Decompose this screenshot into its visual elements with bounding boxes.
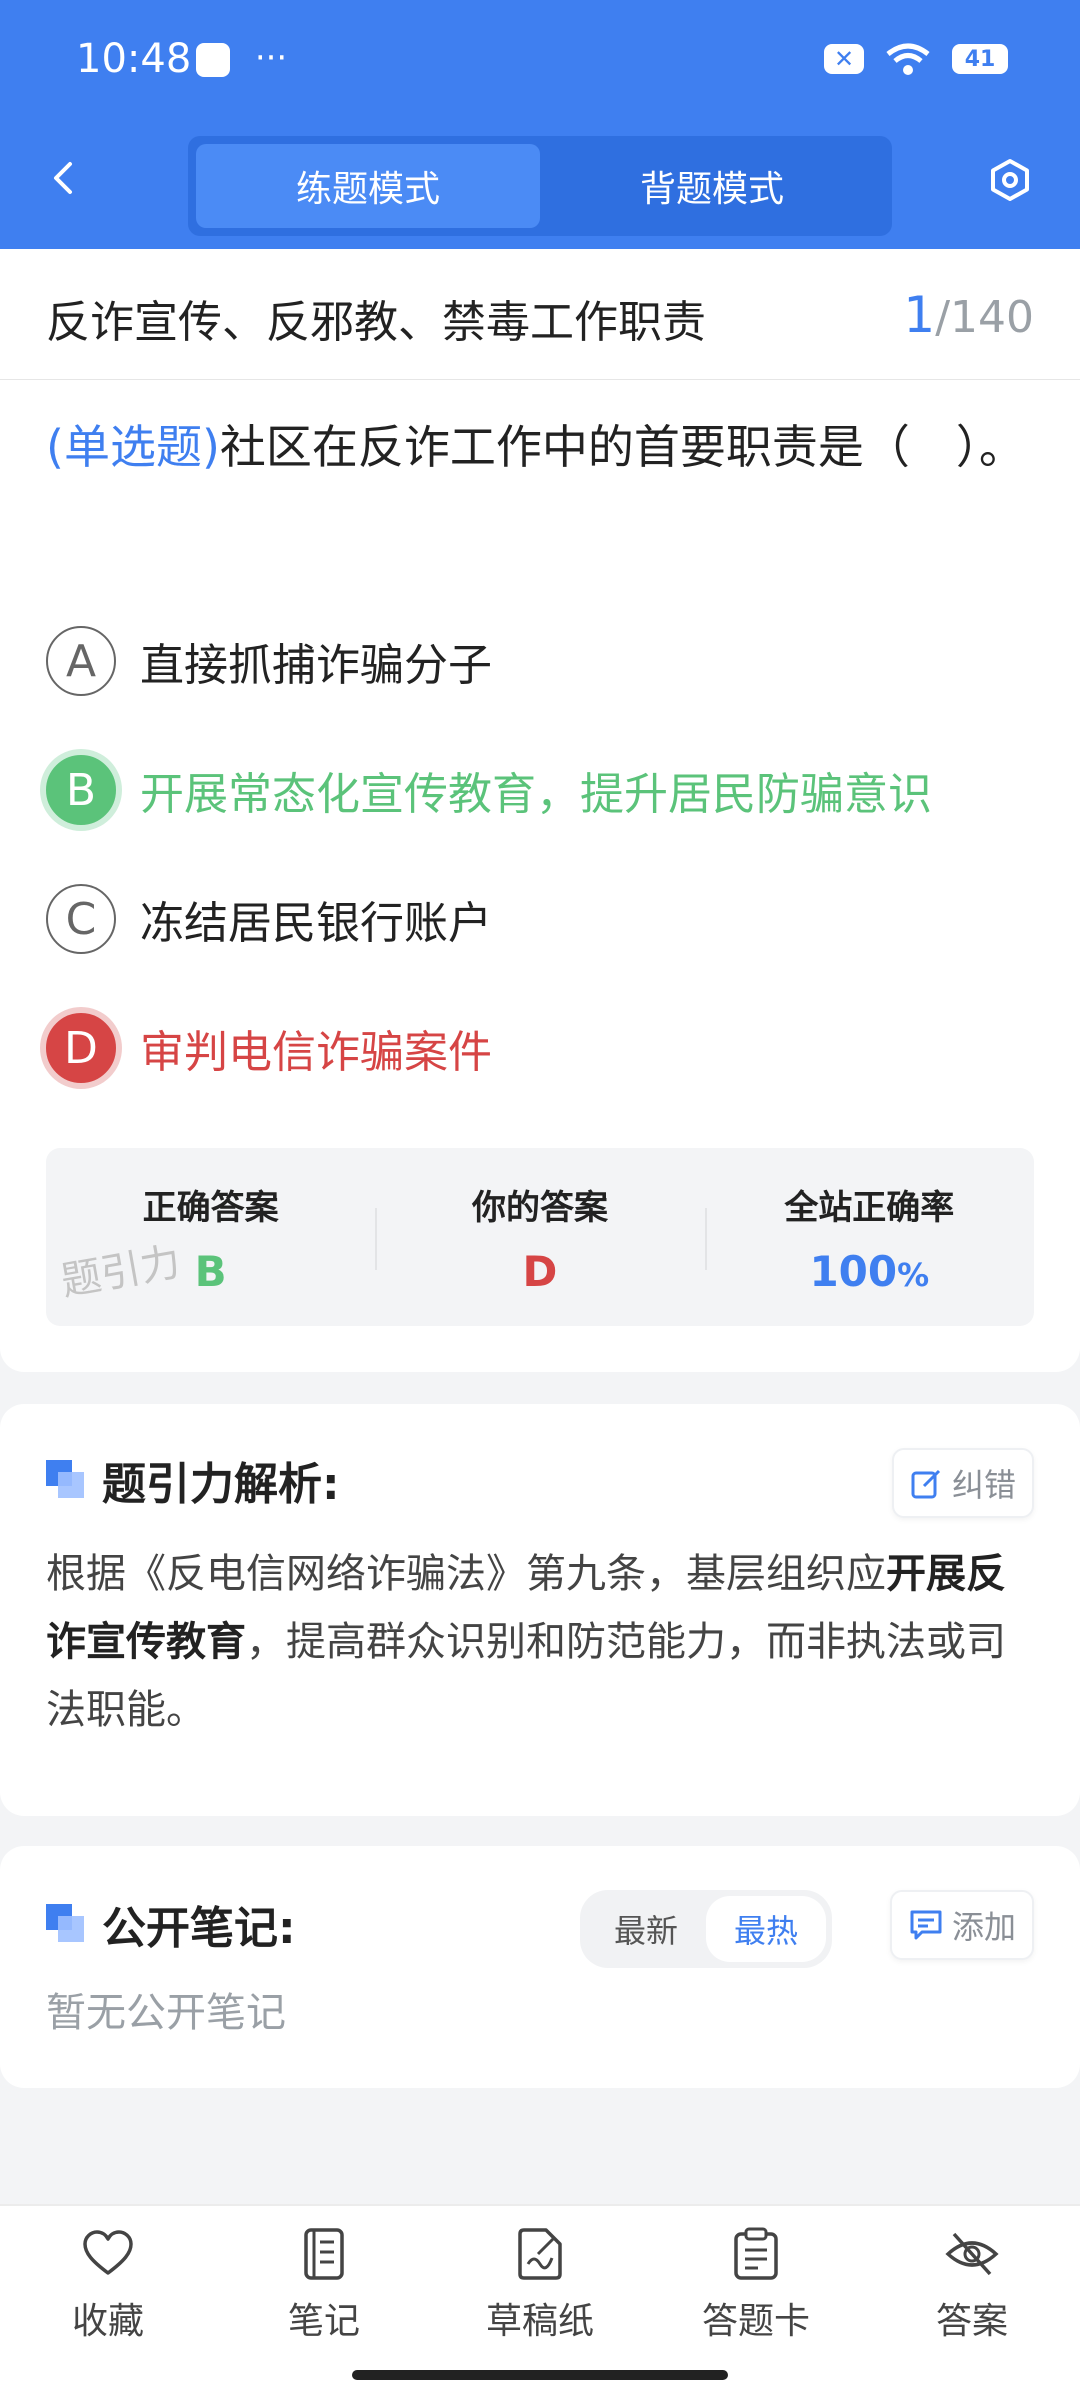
tab-label: 笔记	[287, 2301, 360, 2342]
sort-latest[interactable]: 最新	[586, 1896, 706, 1962]
battery-icon: 41	[952, 44, 1008, 74]
notes-title: 公开笔记:	[46, 1892, 296, 1956]
option-text: 冻结居民银行账户	[140, 898, 492, 949]
your-answer-label: 你的答案	[471, 1188, 608, 1228]
close-badge-icon: ✕	[824, 44, 864, 74]
question-type: (单选题)	[46, 420, 220, 474]
option-c[interactable]: C 冻结居民银行账户	[46, 884, 492, 954]
add-note-button[interactable]: 添加	[889, 1890, 1034, 1960]
draft-paper-icon	[518, 2228, 562, 2280]
analysis-text-part: 根据《反电信网络诈骗法》第九条，基层组织应	[46, 1551, 886, 1597]
accuracy-value: 100%	[705, 1247, 1034, 1296]
correct-answer-label: 正确答案	[142, 1188, 279, 1228]
status-left: ···	[196, 38, 287, 78]
tab-notes[interactable]: 笔记	[244, 2226, 404, 2344]
analysis-text: 根据《反电信网络诈骗法》第九条，基层组织应开展反诈宣传教育，提高群众识别和防范能…	[46, 1540, 1036, 1744]
empty-notes-text: 暂无公开笔记	[46, 1990, 286, 2036]
mode-switch: 练题模式 背题模式	[188, 136, 892, 236]
report-error-label: 纠错	[951, 1466, 1016, 1504]
chapter-title: 反诈宣传、反邪教、禁毒工作职责	[46, 297, 706, 348]
tab-practice-mode[interactable]: 练题模式	[196, 144, 540, 228]
option-text: 开展常态化宣传教育，提升居民防骗意识	[140, 769, 932, 820]
tab-label: 草稿纸	[485, 2301, 594, 2342]
accuracy-number: 100	[809, 1247, 898, 1296]
accuracy-label: 全站正确率	[784, 1188, 955, 1228]
option-letter: C	[46, 884, 116, 954]
option-letter: B	[46, 755, 116, 825]
your-answer-value: D	[522, 1247, 558, 1296]
tab-answer-sheet[interactable]: 答题卡	[676, 2226, 836, 2344]
status-icons: ✕ 41	[824, 42, 1008, 76]
section-icon	[46, 1460, 86, 1500]
answer-sheet-icon	[734, 2227, 778, 2280]
edit-icon	[911, 1469, 941, 1499]
notebook-icon	[304, 2228, 344, 2280]
option-b[interactable]: B 开展常态化宣传教育，提升居民防骗意识	[46, 755, 932, 825]
accuracy-unit: %	[897, 1256, 930, 1294]
app-notification-icon	[196, 42, 230, 77]
heart-icon	[83, 2230, 133, 2275]
wifi-icon	[886, 43, 930, 75]
option-letter: D	[46, 1013, 116, 1083]
report-error-button[interactable]: 纠错	[891, 1448, 1034, 1518]
option-letter: A	[46, 626, 116, 696]
notes-card	[0, 1846, 1080, 2088]
option-d[interactable]: D 审判电信诈骗案件	[46, 1013, 492, 1083]
status-time: 10:48	[76, 36, 192, 82]
settings-icon[interactable]	[988, 158, 1032, 202]
home-indicator[interactable]	[352, 2370, 728, 2380]
analysis-title-text: 题引力解析:	[102, 1459, 340, 1510]
accuracy-col: 全站正确率 100%	[704, 1148, 1034, 1326]
tab-label: 答案	[935, 2301, 1008, 2342]
status-more-dots: ···	[254, 38, 288, 78]
answer-result-box: 正确答案 B 你的答案 D 全站正确率 100%	[46, 1148, 1034, 1326]
your-answer-col: 你的答案 D	[375, 1148, 704, 1326]
option-text: 直接抓捕诈骗分子	[140, 640, 492, 691]
current-index: 1	[903, 286, 936, 344]
question-stem: 社区在反诈工作中的首要职责是（ ）。	[219, 420, 1025, 474]
option-text: 审判电信诈骗案件	[140, 1027, 492, 1078]
sort-hot[interactable]: 最热	[706, 1896, 827, 1962]
notes-title-text: 公开笔记:	[102, 1903, 296, 1954]
section-icon	[46, 1904, 86, 1944]
eye-off-icon	[945, 2232, 999, 2276]
comment-icon	[910, 1910, 942, 1940]
tab-draft[interactable]: 草稿纸	[460, 2226, 620, 2344]
back-arrow-icon[interactable]	[46, 160, 82, 196]
tab-label: 答题卡	[701, 2301, 810, 2342]
total-count: /140	[935, 292, 1034, 343]
tab-recite-mode[interactable]: 背题模式	[540, 144, 884, 228]
analysis-title: 题引力解析:	[46, 1448, 340, 1512]
question-text: (单选题)社区在反诈工作中的首要职责是（ ）。	[46, 402, 1036, 492]
tab-favorite[interactable]: 收藏	[28, 2226, 188, 2344]
option-a[interactable]: A 直接抓捕诈骗分子	[46, 626, 492, 696]
tab-answer[interactable]: 答案	[892, 2226, 1052, 2344]
tab-label: 收藏	[71, 2301, 144, 2342]
question-counter: 1/140	[903, 286, 1034, 344]
add-note-label: 添加	[951, 1908, 1016, 1946]
notes-sort-toggle: 最新 最热	[580, 1890, 833, 1968]
